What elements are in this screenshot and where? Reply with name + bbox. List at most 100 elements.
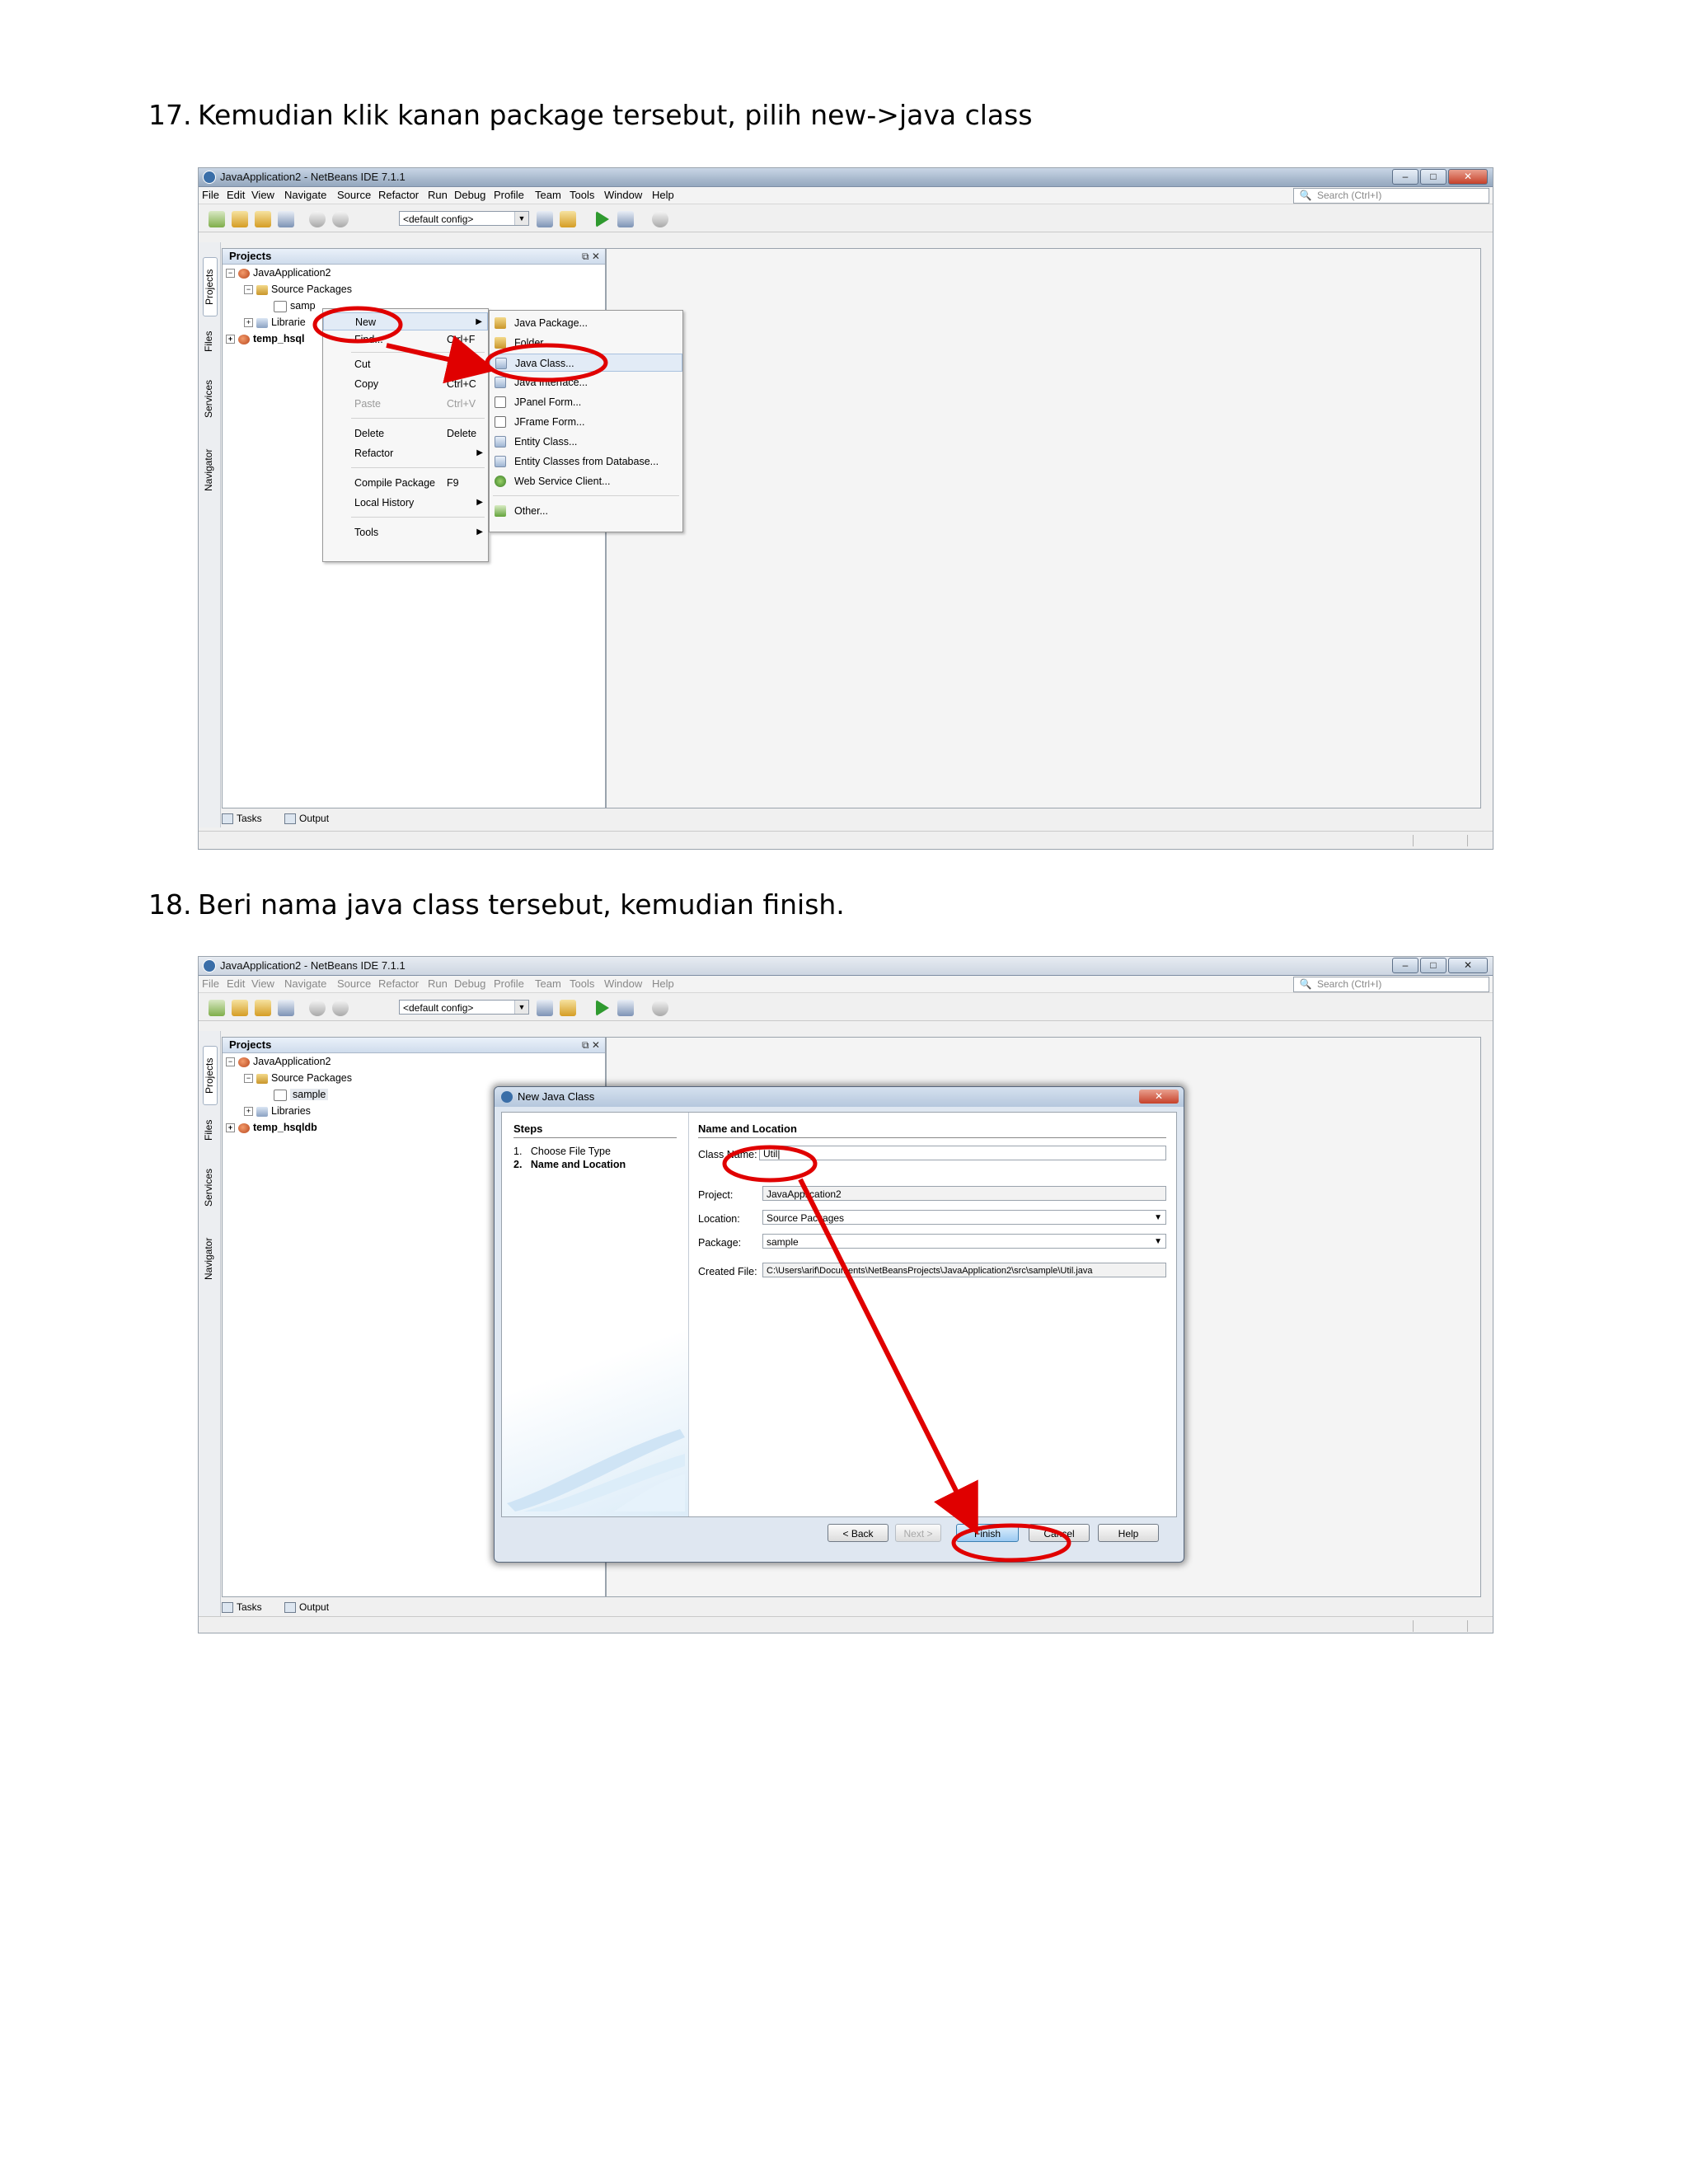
config-select[interactable]: <default config> ▼ [399,211,529,226]
collapse-icon[interactable]: − [244,1074,253,1084]
tree-node-package[interactable]: sample [274,1089,329,1101]
submenu-java-package[interactable]: Java Package... [490,314,682,332]
package-select[interactable]: sample ▼ [762,1234,1166,1249]
tab-services[interactable]: Services [203,1163,216,1212]
tree-node-project[interactable]: − JavaApplication2 [226,1056,331,1067]
clean-build-icon[interactable] [560,211,576,227]
clean-build-icon[interactable] [560,1000,576,1016]
collapse-icon[interactable]: − [226,1057,235,1067]
submenu-java-interface[interactable]: Java Interface... [490,373,682,391]
menu-item-cut[interactable]: Cut Ctrl+X [323,355,488,373]
tab-projects[interactable]: Projects [203,257,218,316]
class-name-input[interactable]: Util| [759,1146,1166,1160]
tab-services[interactable]: Services [203,374,216,424]
menu-refactor[interactable]: Refactor [378,977,419,990]
config-select[interactable]: <default config> ▼ [399,1000,529,1015]
submenu-entity-class[interactable]: Entity Class... [490,433,682,451]
menu-edit[interactable]: Edit [227,977,245,990]
redo-icon[interactable] [332,211,349,227]
save-all-icon[interactable] [278,1000,294,1016]
debug-icon[interactable] [617,1000,634,1016]
tab-navigator[interactable]: Navigator [203,440,216,499]
menu-window[interactable]: Window [604,189,642,201]
menu-refactor[interactable]: Refactor [378,189,419,201]
redo-icon[interactable] [332,1000,349,1016]
minimize-button[interactable]: – [1392,958,1418,973]
panel-controls[interactable]: ⧉ ✕ [582,1038,600,1052]
run-icon[interactable] [596,211,609,227]
menu-team[interactable]: Team [535,189,561,201]
tree-node-source-packages[interactable]: − Source Packages [244,284,352,295]
back-button[interactable]: < Back [828,1524,889,1542]
panel-controls[interactable]: ⧉ ✕ [582,249,600,264]
expand-icon[interactable]: + [244,1107,253,1117]
expand-icon[interactable]: + [226,1123,235,1133]
menu-run[interactable]: Run [428,189,448,201]
menu-item-delete[interactable]: Delete Delete [323,424,488,443]
submenu-other[interactable]: Other... [490,502,682,520]
tree-node-other-project[interactable]: + temp_hsqldb [226,1122,317,1133]
finish-button[interactable]: Finish [956,1524,1019,1542]
maximize-button[interactable]: □ [1420,958,1447,973]
menu-file[interactable]: File [202,189,219,201]
open-project-icon[interactable] [255,211,271,227]
tab-projects[interactable]: Projects [203,1046,218,1105]
menu-navigate[interactable]: Navigate [284,977,326,990]
close-button[interactable]: ✕ [1448,958,1488,973]
menu-profile[interactable]: Profile [494,189,524,201]
tab-output[interactable]: Output [284,1601,339,1614]
tree-node-libraries[interactable]: + Libraries [244,1105,311,1117]
submenu-web-service-client[interactable]: Web Service Client... [490,472,682,490]
menu-item-tools[interactable]: Tools ▶ [323,523,488,541]
menu-edit[interactable]: Edit [227,189,245,201]
submenu-folder[interactable]: Folder... [490,334,682,352]
tab-tasks[interactable]: Tasks [222,813,272,825]
dialog-close-button[interactable]: ✕ [1139,1090,1179,1104]
new-project-icon[interactable] [232,211,248,227]
collapse-icon[interactable]: − [226,269,235,279]
menu-tools[interactable]: Tools [570,977,594,990]
menu-team[interactable]: Team [535,977,561,990]
tree-node-project[interactable]: − JavaApplication2 [226,267,331,279]
build-icon[interactable] [537,211,553,227]
new-file-icon[interactable] [209,1000,225,1016]
tab-navigator[interactable]: Navigator [203,1229,216,1288]
tree-node-source-packages[interactable]: − Source Packages [244,1072,352,1084]
submenu-java-class[interactable]: Java Class... [490,354,682,372]
menu-item-find[interactable]: Find... Ctrl+F [323,330,488,349]
menu-item-local-history[interactable]: Local History ▶ [323,494,488,512]
tab-output[interactable]: Output [284,813,339,825]
collapse-icon[interactable]: − [244,285,253,295]
menu-item-paste[interactable]: Paste Ctrl+V [323,395,488,413]
tree-node-other-project[interactable]: + temp_hsql [226,333,305,344]
menu-debug[interactable]: Debug [454,977,485,990]
menu-item-copy[interactable]: Copy Ctrl+C [323,375,488,393]
search-input[interactable]: 🔍 Search (Ctrl+I) [1293,188,1489,204]
menu-run[interactable]: Run [428,977,448,990]
menu-navigate[interactable]: Navigate [284,189,326,201]
menu-source[interactable]: Source [337,189,371,201]
tree-node-libraries[interactable]: + Librarie [244,316,306,328]
run-icon[interactable] [596,1000,609,1016]
menu-help[interactable]: Help [652,977,674,990]
tab-files[interactable]: Files [203,1113,216,1146]
tab-tasks[interactable]: Tasks [222,1601,272,1614]
save-all-icon[interactable] [278,211,294,227]
help-button[interactable]: Help [1098,1524,1159,1542]
location-select[interactable]: Source Packages ▼ [762,1210,1166,1225]
menu-window[interactable]: Window [604,977,642,990]
undo-icon[interactable] [309,211,326,227]
submenu-jpanel-form[interactable]: JPanel Form... [490,393,682,411]
menu-file[interactable]: File [202,977,219,990]
menu-debug[interactable]: Debug [454,189,485,201]
close-button[interactable]: ✕ [1448,169,1488,185]
menu-item-compile-package[interactable]: Compile Package F9 [323,474,488,492]
menu-source[interactable]: Source [337,977,371,990]
tree-node-package[interactable]: samp [274,300,316,312]
search-input[interactable]: 🔍 Search (Ctrl+I) [1293,977,1489,992]
undo-icon[interactable] [309,1000,326,1016]
menu-tools[interactable]: Tools [570,189,594,201]
minimize-button[interactable]: – [1392,169,1418,185]
menu-help[interactable]: Help [652,189,674,201]
new-file-icon[interactable] [209,211,225,227]
